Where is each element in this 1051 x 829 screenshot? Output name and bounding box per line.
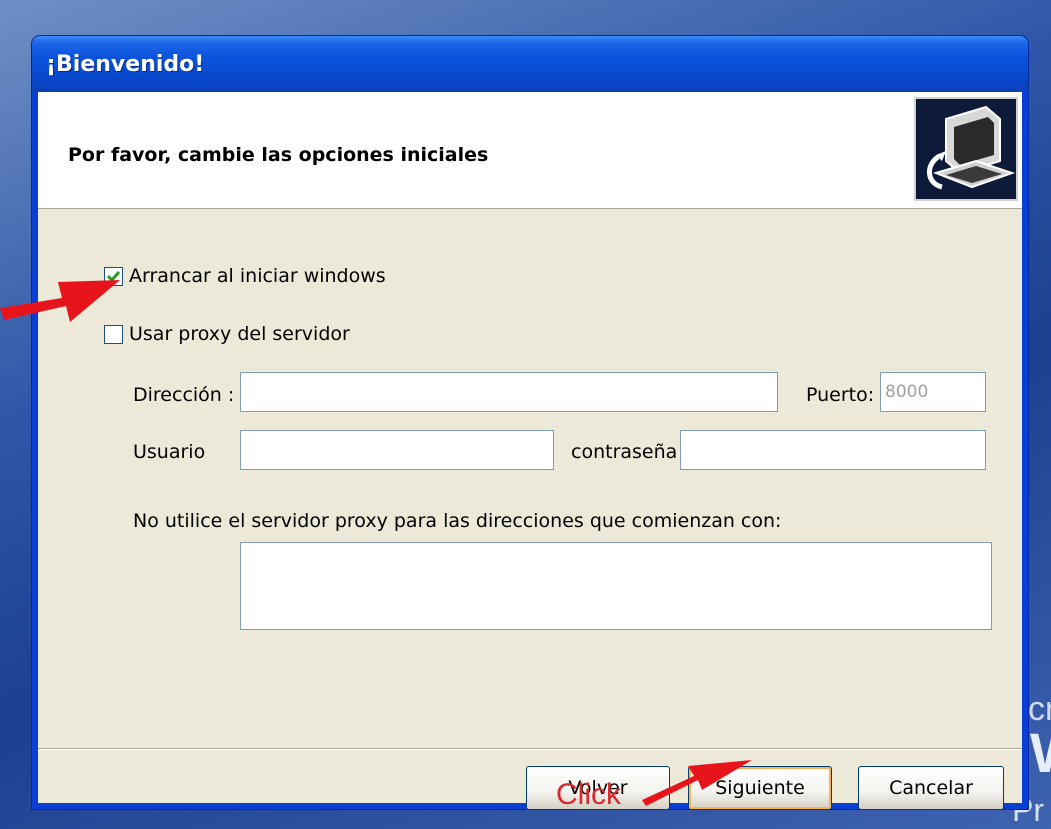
computer-setup-icon bbox=[914, 97, 1018, 201]
direccion-input[interactable] bbox=[240, 372, 778, 412]
startup-option[interactable]: Arrancar al iniciar windows bbox=[104, 265, 386, 287]
direccion-label: Dirección : bbox=[133, 384, 235, 406]
window-title: ¡Bienvenido! bbox=[46, 52, 205, 77]
button-divider bbox=[38, 748, 1022, 750]
proxy-exceptions-textarea[interactable] bbox=[240, 542, 992, 630]
proxy-option[interactable]: Usar proxy del servidor bbox=[104, 323, 350, 345]
dialog-body: Por favor, cambie las opciones iniciales bbox=[38, 92, 1022, 810]
checkmark-icon bbox=[106, 270, 121, 282]
usuario-input[interactable] bbox=[240, 430, 554, 470]
startup-checkbox[interactable] bbox=[104, 266, 123, 286]
wizard-header: Por favor, cambie las opciones iniciales bbox=[38, 92, 1022, 209]
desktop-background-logo-text: W bbox=[1030, 720, 1051, 785]
next-button[interactable]: Siguiente bbox=[688, 766, 832, 810]
usuario-label: Usuario bbox=[133, 441, 206, 463]
proxy-label: Usar proxy del servidor bbox=[129, 323, 350, 345]
click-annotation-text: Click bbox=[556, 778, 621, 811]
proxy-exceptions-label: No utilice el servidor proxy para las di… bbox=[133, 510, 782, 532]
header-title: Por favor, cambie las opciones iniciales bbox=[68, 144, 489, 166]
title-bar[interactable]: ¡Bienvenido! bbox=[32, 36, 1028, 92]
contrasena-input[interactable] bbox=[680, 430, 986, 470]
startup-label: Arrancar al iniciar windows bbox=[129, 265, 386, 287]
contrasena-label: contraseña bbox=[571, 441, 678, 463]
puerto-label: Puerto: bbox=[806, 384, 875, 406]
cancel-button[interactable]: Cancelar bbox=[858, 766, 1004, 810]
proxy-checkbox[interactable] bbox=[104, 324, 123, 344]
welcome-dialog: ¡Bienvenido! Por favor, cambie las opcio… bbox=[32, 36, 1028, 810]
puerto-input[interactable]: 8000 bbox=[880, 372, 986, 412]
